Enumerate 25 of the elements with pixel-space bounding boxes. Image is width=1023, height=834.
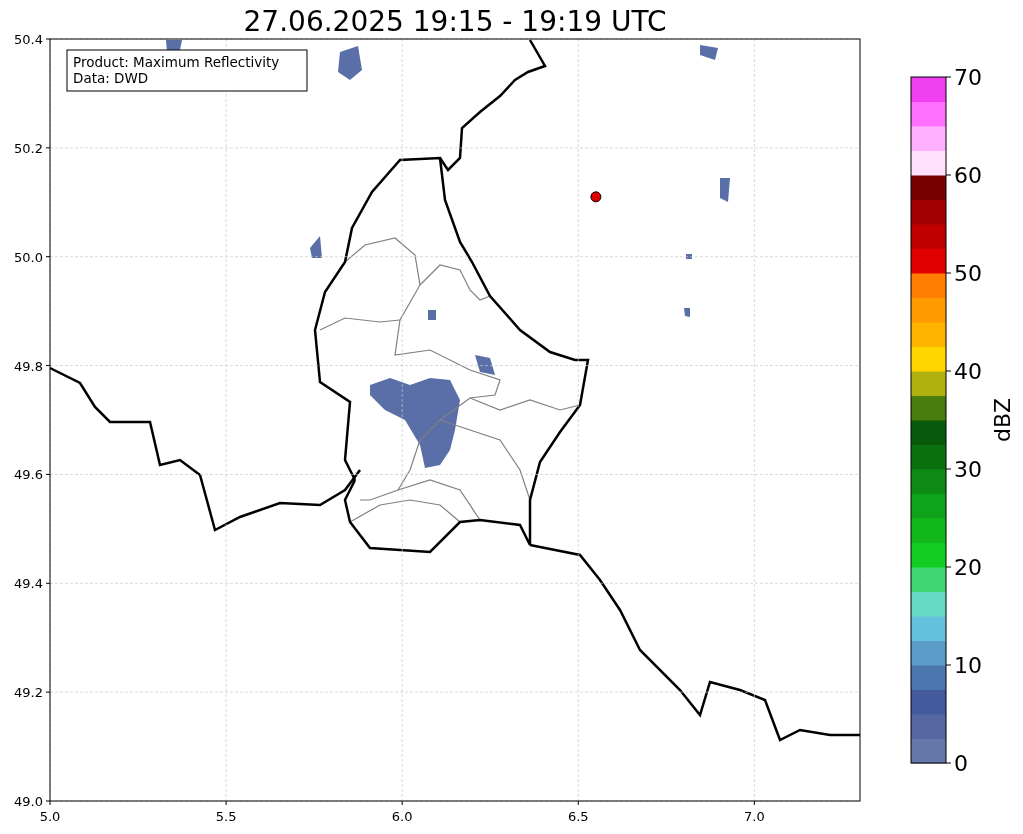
- colorbar-tick-label: 0: [954, 751, 968, 776]
- axis-tick-label: 6.5: [567, 809, 589, 824]
- axis-tick-label: 49.0: [14, 794, 43, 809]
- axis-tick-label: 6.0: [391, 809, 413, 824]
- colorbar-tick-label: 60: [954, 163, 982, 188]
- axis-tick-label: 7.0: [744, 809, 765, 824]
- axis-tick-label: 50.4: [14, 32, 43, 47]
- colorbar-tick-label: 70: [954, 65, 982, 90]
- axis-tick-label: 50.0: [14, 249, 43, 265]
- colorbar-tick-label: 10: [954, 653, 982, 678]
- axis-tick-label: 50.2: [14, 140, 43, 156]
- chart-title: 27.06.2025 19:15 - 19:19 UTC: [243, 5, 667, 38]
- axis-tick-label: 49.4: [14, 576, 43, 592]
- colorbar-tick-label: 30: [954, 457, 982, 482]
- axis-tick-label: 49.6: [14, 467, 43, 483]
- colorbar-tick-label: 20: [954, 555, 982, 580]
- axis-tick-label: 5.0: [39, 809, 61, 824]
- colorbar-tick-label: 50: [954, 261, 982, 286]
- colorbar-label: dBZ: [990, 397, 1015, 443]
- axis-tick-label: 49.2: [14, 685, 43, 701]
- legend-text: Product: Maximum Reflectivity: [73, 54, 280, 70]
- axis-tick-label: 5.5: [215, 809, 237, 824]
- colorbar-tick-label: 40: [954, 359, 982, 384]
- legend-text: Data: DWD: [73, 70, 149, 86]
- axis-tick-label: 49.8: [14, 358, 43, 374]
